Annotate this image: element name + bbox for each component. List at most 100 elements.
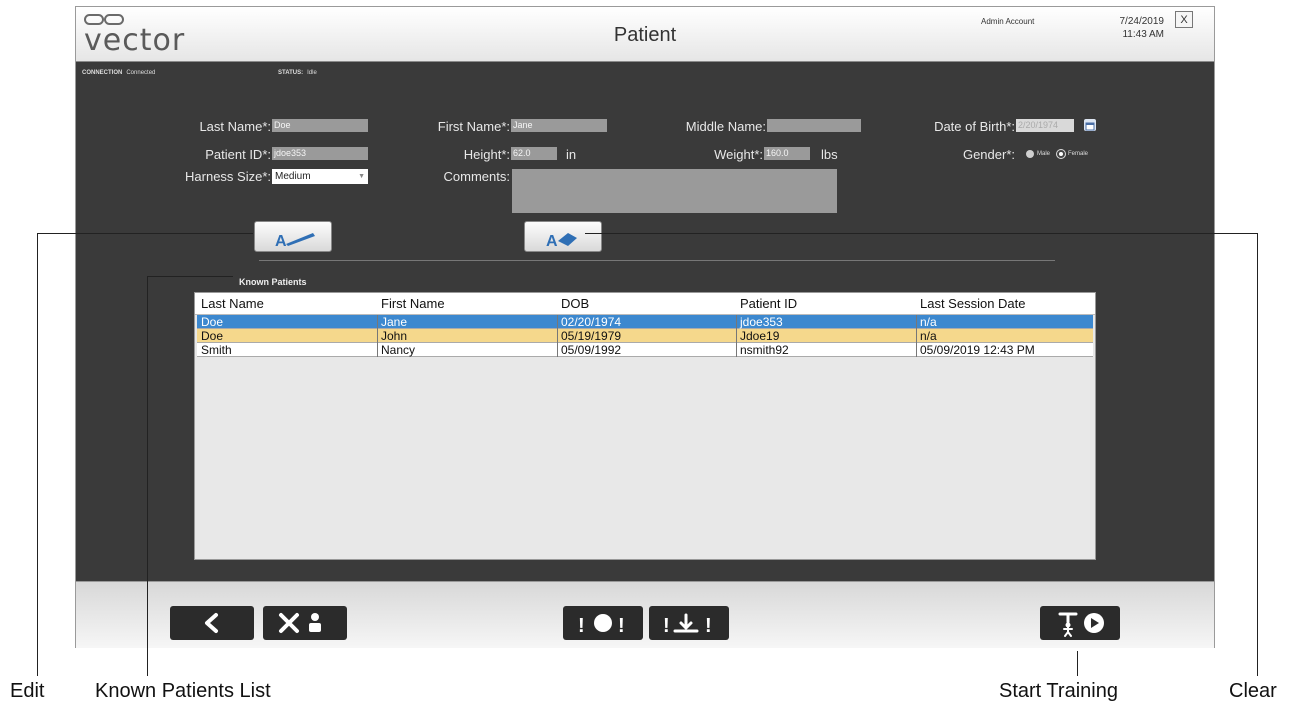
height-unit: in: [566, 147, 577, 162]
gender-label: Gender*:: [962, 147, 1015, 162]
first-name-label: First Name*:: [437, 119, 510, 134]
radio-unchecked-icon: [1026, 150, 1034, 158]
alert-button[interactable]: ! !: [563, 606, 643, 640]
gender-female-label: Female: [1068, 151, 1089, 157]
column-separator: [557, 343, 558, 357]
svg-text:A: A: [275, 233, 287, 250]
cell-last-session: 05/09/2019 12:43 PM: [920, 343, 1035, 357]
column-header-last-name[interactable]: Last Name: [201, 296, 264, 311]
unload-button[interactable]: ! !: [649, 606, 729, 640]
edit-button[interactable]: A: [254, 221, 332, 252]
comments-field[interactable]: [512, 169, 837, 213]
last-name-field[interactable]: Doe: [272, 119, 368, 132]
table-row[interactable]: Smith Nancy 05/09/1992 nsmith92 05/09/20…: [197, 343, 1093, 357]
column-header-dob[interactable]: DOB: [561, 296, 589, 311]
start-training-button[interactable]: [1040, 606, 1120, 640]
column-separator: [916, 329, 917, 343]
gender-male-radio[interactable]: Male: [1026, 150, 1050, 158]
lower-harness-icon: ! !: [663, 613, 712, 637]
clear-callout-label: Clear: [1229, 680, 1277, 702]
cell-patient-id: jdoe353: [740, 315, 783, 329]
start-training-callout-line: [1077, 651, 1078, 676]
column-header-first-name[interactable]: First Name: [381, 296, 445, 311]
column-separator: [916, 343, 917, 357]
header-bar: vector Patient Admin Account 7/24/2019 1…: [76, 7, 1214, 62]
connection-status: CONNECTION Connected: [82, 70, 155, 76]
table-row[interactable]: Doe Jane 02/20/1974 jdoe353 n/a: [197, 315, 1093, 329]
run-status: STATUS: Idle: [278, 70, 317, 76]
weight-unit: lbs: [821, 147, 838, 162]
status-value: Idle: [307, 70, 317, 76]
cell-dob: 05/09/1992: [561, 343, 622, 357]
height-field[interactable]: 62.0: [511, 147, 557, 160]
cell-patient-id: nsmith92: [740, 343, 789, 357]
edit-pen-icon: A: [275, 233, 315, 250]
middle-name-field[interactable]: [767, 119, 861, 132]
calendar-icon[interactable]: [1084, 119, 1096, 131]
delete-patient-button[interactable]: [263, 606, 347, 640]
connection-label: CONNECTION: [82, 70, 123, 76]
harness-size-select[interactable]: Medium ▼: [272, 169, 368, 184]
column-separator: [557, 315, 558, 329]
cell-last-name: Doe: [201, 329, 224, 343]
dob-field[interactable]: 2/20/1974: [1016, 119, 1074, 132]
last-name-label: Last Name*:: [199, 119, 271, 134]
cell-patient-id: Jdoe19: [740, 329, 780, 343]
first-name-field[interactable]: Jane: [511, 119, 607, 132]
harness-size-value: Medium: [275, 171, 311, 182]
edit-callout-line: [37, 233, 253, 234]
section-divider: [259, 260, 1055, 261]
time-text: 11:43 AM: [1122, 29, 1164, 40]
column-separator: [736, 343, 737, 357]
page-title: Patient: [613, 24, 677, 46]
svg-text:!: !: [663, 615, 670, 637]
column-separator: [916, 315, 917, 329]
account-name[interactable]: Admin Account: [981, 17, 1034, 26]
cell-last-name: Smith: [201, 343, 232, 357]
chevron-left-icon: [205, 613, 218, 633]
cell-last-name: Doe: [201, 315, 224, 329]
column-header-patient-id[interactable]: Patient ID: [740, 296, 797, 311]
table-row[interactable]: Doe John 05/19/1979 Jdoe19 n/a: [197, 329, 1093, 343]
cell-dob: 05/19/1979: [561, 329, 622, 343]
footer-toolbar: ! ! ! !: [76, 581, 1214, 648]
harness-size-label: Harness Size*:: [185, 169, 271, 184]
back-button[interactable]: [170, 606, 254, 640]
column-header-last-session[interactable]: Last Session Date: [920, 296, 1026, 311]
patient-id-field[interactable]: jdoe353: [272, 147, 368, 160]
cell-dob: 02/20/1974: [561, 315, 622, 329]
remove-user-icon: [279, 613, 321, 633]
clear-button[interactable]: A: [524, 221, 602, 252]
cell-first-name: Nancy: [381, 343, 416, 357]
known-patients-callout-line: [147, 276, 233, 277]
date-text: 7/24/2019: [1119, 16, 1165, 27]
dob-label: Date of Birth*:: [934, 119, 1015, 134]
column-separator: [557, 329, 558, 343]
known-patients-title: Known Patients: [239, 277, 307, 287]
datetime: 7/24/2019 11:43 AM: [1094, 15, 1165, 41]
column-separator: [377, 329, 378, 343]
clear-callout-line: [585, 233, 1258, 234]
height-label: Height*:: [463, 147, 510, 162]
weight-label: Weight*:: [714, 147, 763, 162]
patient-window: vector Patient Admin Account 7/24/2019 1…: [75, 6, 1215, 648]
close-button[interactable]: X: [1175, 11, 1193, 28]
clear-callout-line: [1257, 233, 1258, 676]
cell-last-session: n/a: [920, 329, 937, 343]
column-separator: [377, 315, 378, 329]
known-patients-callout-line: [147, 276, 148, 676]
status-label: STATUS:: [278, 70, 304, 76]
known-patients-table[interactable]: Last Name First Name DOB Patient ID Last…: [194, 292, 1096, 560]
column-separator: [736, 315, 737, 329]
table-header: Last Name First Name DOB Patient ID Last…: [195, 293, 1095, 315]
start-training-callout-label: Start Training: [999, 680, 1118, 702]
weight-field[interactable]: 160.0: [764, 147, 810, 160]
edit-callout-line: [37, 233, 38, 676]
svg-text:!: !: [705, 615, 712, 637]
alert-stop-icon: ! !: [578, 614, 625, 637]
gender-female-radio[interactable]: Female: [1057, 150, 1088, 158]
column-separator: [736, 329, 737, 343]
svg-text:A: A: [546, 233, 558, 250]
chevron-down-icon: ▼: [358, 173, 365, 180]
cell-first-name: John: [381, 329, 408, 343]
